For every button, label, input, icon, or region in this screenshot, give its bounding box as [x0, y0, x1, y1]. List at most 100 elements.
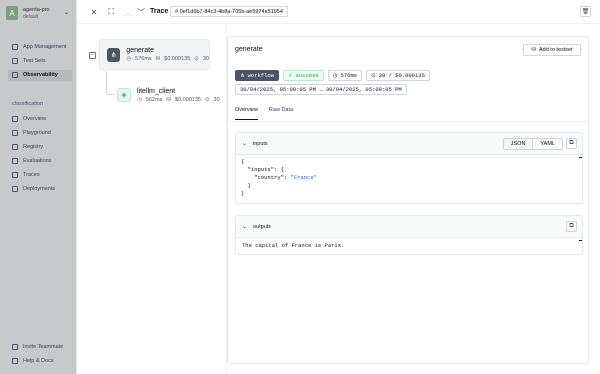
node-meta: ◷ 562ms ⛁ $0.000135 ⊙ 30: [137, 96, 220, 104]
database-icon: ⛁: [531, 47, 536, 53]
database-icon: [12, 58, 18, 64]
scrollbar[interactable]: [579, 157, 582, 158]
span-title: generate: [235, 46, 263, 53]
outputs-label: outputs: [253, 224, 272, 230]
clock-icon: ◷: [126, 56, 132, 62]
node-meta: ◷ 576ms ⛁ $0.000135 ⊙ 30: [126, 55, 209, 63]
chevron-down-icon[interactable]: ﹀: [136, 7, 146, 17]
tokens-icon: ⊙: [371, 71, 376, 79]
sidebar-item-overview[interactable]: Overview: [12, 114, 46, 124]
time-range-badge: 30/04/2025, 05:00:05 PM → 30/04/2025, 05…: [235, 84, 407, 95]
clock-icon: ◷: [332, 71, 338, 79]
tree-connector: [106, 71, 114, 95]
outputs-text: The capital of France is Paris.: [242, 242, 345, 249]
code-string: "France": [290, 174, 317, 181]
trace-icon: [12, 172, 18, 178]
type-badge: ⋔ workflow: [235, 70, 280, 81]
rocket-icon: [12, 130, 18, 136]
sidebar-item-evaluations[interactable]: Evaluations: [12, 156, 51, 166]
workflow-icon: ⋔: [240, 71, 245, 79]
code-punct: : {: [274, 166, 284, 173]
format-toggle: JSON YAML: [502, 138, 563, 150]
node-tokens: 30: [213, 96, 220, 103]
cloud-icon: [12, 186, 18, 192]
list-icon: [12, 144, 18, 150]
tree-node-litellm-client[interactable]: ◈ litellm_client ◷ 562ms ⛁ $0.000135 ⊙ 30: [116, 84, 226, 106]
chevron-down-icon[interactable]: ⌄: [64, 9, 69, 16]
scrollbar[interactable]: [579, 240, 582, 241]
sidebar-item-label: Evaluations: [23, 158, 52, 164]
workspace-switcher[interactable]: A agenta-pro default: [6, 6, 50, 20]
clock-icon: ◷: [137, 96, 142, 103]
sidebar-item-label: Playground: [23, 130, 51, 136]
chevron-down-icon[interactable]: ⌄: [242, 223, 247, 230]
sidebar-item-label: Traces: [23, 172, 40, 178]
sidebar-item-app-management[interactable]: App Management: [12, 42, 66, 52]
span-tags: ⋔ workflow ✓ success ◷ 576ms ⊙ 30 / $0.00013…: [235, 70, 430, 81]
help-icon: [12, 358, 18, 364]
flask-icon: [12, 158, 18, 164]
inputs-panel: ⌄ inputs JSON YAML ⧉ { "inputs": { "coun…: [235, 132, 583, 204]
status-badge: ✓ success: [283, 70, 324, 81]
sidebar-item-invite-teammate[interactable]: Invite Teammate: [12, 342, 63, 352]
tab-raw-data[interactable]: Raw Data: [269, 107, 293, 120]
add-to-testset-button[interactable]: ⛁ Add to testset: [523, 44, 581, 56]
node-tokens: 30: [202, 56, 209, 62]
copy-icon[interactable]: ⧉: [566, 138, 577, 149]
sidebar-item-help-docs[interactable]: Help & Docs: [12, 356, 54, 366]
sidebar-item-label: Invite Teammate: [23, 344, 64, 350]
sidebar-item-observability[interactable]: Observability: [12, 70, 58, 80]
code-line: }: [241, 190, 245, 197]
tokens-icon: ⊙: [204, 96, 210, 103]
duration-badge: ◷ 576ms: [327, 70, 363, 81]
copy-icon[interactable]: ⧉: [566, 221, 577, 232]
sidebar-item-label: Deployments: [23, 186, 56, 192]
tree-node-generate[interactable]: ⋔ generate ◷ 576ms ⛁ $0.000135 ⊙ 30: [99, 39, 210, 70]
inputs-code: { "inputs": { "country": "France" } }: [241, 158, 317, 198]
sidebar-item-label: App Management: [23, 44, 67, 50]
code-key: "inputs": [247, 166, 275, 173]
sidebar-item-playground[interactable]: Playground: [12, 128, 51, 138]
format-yaml-button[interactable]: YAML: [533, 139, 562, 149]
trace-drawer: ✕ ⛶ ︿ ﹀ Trace # 0ef1d6b7-84c3-4b8a-705b-…: [76, 0, 600, 374]
llm-icon: ◈: [117, 88, 131, 102]
tokens-cost-label: 30 / $0.000135: [378, 71, 425, 79]
sidebar-item-label: Observability: [23, 72, 58, 78]
drawer-topbar: ✕ ⛶ ︿ ﹀ Trace # 0ef1d6b7-84c3-4b8a-705b-…: [77, 0, 600, 24]
sidebar-item-traces[interactable]: Traces: [12, 170, 40, 180]
delete-icon[interactable]: 🗑: [580, 6, 591, 17]
detail-tabs: Overview Raw Data: [235, 107, 293, 120]
format-json-button[interactable]: JSON: [503, 139, 534, 149]
code-line: {: [241, 158, 245, 165]
span-detail-panel: generate ⛁ Add to testset ⋔ workflow ✓ suc…: [227, 36, 590, 364]
sidebar-item-test-sets[interactable]: Test Sets: [12, 56, 46, 66]
trace-tree: − ⋔ generate ◷ 576ms ⛁ $0.000135 ⊙ 30 ◈ lit…: [77, 24, 227, 374]
close-icon[interactable]: ✕: [89, 7, 99, 17]
chevron-up-icon[interactable]: ︿: [123, 7, 133, 17]
workspace-name: agenta-pro: [23, 6, 50, 13]
sidebar-item-label: Registry: [23, 144, 44, 150]
inputs-header[interactable]: ⌄ inputs JSON YAML ⧉: [236, 133, 582, 155]
duration-label: 576ms: [340, 71, 358, 79]
node-name: generate: [126, 47, 154, 54]
coins-icon: ⛁: [166, 96, 171, 103]
sidebar-item-registry[interactable]: Registry: [12, 142, 43, 152]
trace-id-badge[interactable]: # 0ef1d6b7-84c3-4b8a-705b-ae5974e51954: [170, 6, 288, 17]
node-cost: $0.000135: [174, 96, 201, 103]
expand-icon[interactable]: ⛶: [106, 7, 116, 17]
chevron-down-icon[interactable]: ⌄: [242, 140, 247, 147]
workspace-sub: default: [23, 13, 39, 20]
check-circle-icon: ✓: [288, 71, 293, 79]
sidebar-item-label: Overview: [23, 116, 46, 122]
tab-overview[interactable]: Overview: [235, 107, 258, 120]
collapse-icon[interactable]: −: [89, 52, 96, 59]
user-plus-icon: [12, 344, 18, 350]
workspace-avatar: A: [6, 6, 18, 20]
outputs-header[interactable]: ⌄ outputs ⧉: [236, 216, 582, 238]
code-line: }: [247, 182, 251, 189]
trace-title: Trace: [150, 8, 169, 15]
node-name: litellm_client: [137, 87, 176, 95]
sidebar-section-label: classification: [12, 101, 44, 107]
status-label: success: [295, 71, 319, 79]
sidebar-item-deployments[interactable]: Deployments: [12, 184, 55, 194]
